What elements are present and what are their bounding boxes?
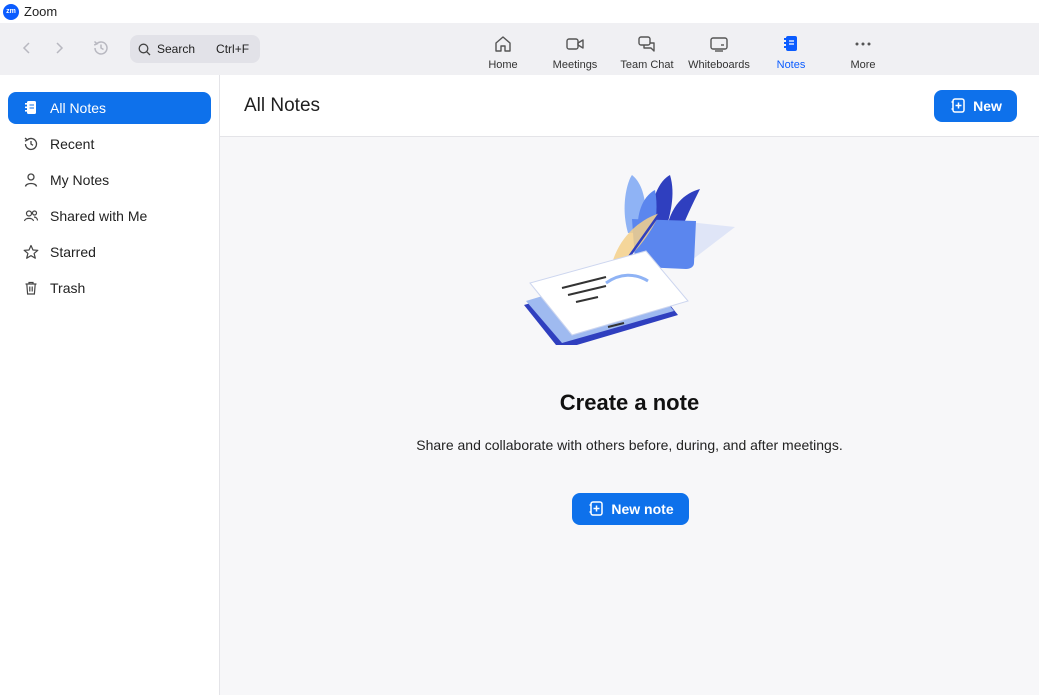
sidebar-item-label: Starred [50, 244, 96, 260]
sidebar-item-label: Shared with Me [50, 208, 148, 224]
history-icon[interactable] [91, 38, 111, 58]
new-note-button-label: New note [611, 501, 674, 517]
tab-label: Whiteboards [688, 59, 750, 71]
zoom-logo-icon: zm [3, 3, 19, 20]
whiteboard-icon [708, 33, 730, 55]
tab-meetings[interactable]: Meetings [539, 23, 611, 75]
home-icon [492, 33, 514, 55]
empty-state-title: Create a note [559, 390, 700, 415]
notes-icon [22, 99, 40, 117]
tab-label: More [850, 59, 876, 71]
forward-arrow-icon[interactable] [49, 38, 69, 58]
notes-illustration [524, 175, 735, 345]
star-icon [22, 243, 40, 261]
tab-whiteboards[interactable]: Whiteboards [683, 23, 755, 75]
sidebar-item-recent[interactable]: Recent [8, 128, 211, 160]
notes-icon [780, 33, 802, 55]
clock-history-icon [22, 135, 40, 153]
new-note-icon [587, 500, 605, 518]
new-button-label: New [973, 98, 1002, 114]
search-shortcut: Ctrl+F [216, 42, 250, 56]
sidebar-item-starred[interactable]: Starred [8, 236, 211, 268]
chat-bubbles-icon [636, 33, 658, 55]
tab-notes[interactable]: Notes [755, 23, 827, 75]
sidebar-item-label: All Notes [50, 100, 107, 116]
tab-label: Notes [776, 59, 806, 71]
sidebar-item-label: My Notes [50, 172, 110, 188]
tab-label: Home [488, 59, 518, 71]
title-bar: zm Zoom [0, 0, 1039, 23]
search-icon [138, 43, 151, 55]
app-title: Zoom [24, 4, 58, 19]
tab-label: Meetings [552, 59, 598, 71]
new-note-icon [949, 97, 967, 115]
tab-team-chat[interactable]: Team Chat [611, 23, 683, 75]
page-title: All Notes [244, 95, 321, 116]
top-toolbar: Search Ctrl+F Home Meetings Team Chat Wh… [0, 23, 1039, 75]
video-camera-icon [564, 33, 586, 55]
more-dots-icon [852, 33, 874, 55]
new-note-button[interactable]: New note [572, 493, 689, 525]
sidebar-item-my-notes[interactable]: My Notes [8, 164, 211, 196]
empty-state-description: Share and collaborate with others before… [416, 437, 843, 453]
tab-more[interactable]: More [827, 23, 899, 75]
tab-home[interactable]: Home [467, 23, 539, 75]
person-icon [22, 171, 40, 189]
new-note-header-button[interactable]: New [934, 90, 1017, 122]
sidebar-item-label: Recent [50, 136, 95, 152]
people-icon [22, 207, 40, 225]
main-header: All Notes New [220, 75, 1039, 137]
sidebar: All Notes Recent My Notes Shared with Me… [0, 75, 220, 695]
main-tabs: Home Meetings Team Chat Whiteboards Note… [467, 23, 899, 75]
trash-icon [22, 279, 40, 297]
sidebar-item-all-notes[interactable]: All Notes [8, 92, 211, 124]
back-arrow-icon[interactable] [17, 38, 37, 58]
tab-label: Team Chat [620, 59, 674, 71]
search-label: Search [157, 42, 196, 56]
sidebar-item-trash[interactable]: Trash [8, 272, 211, 304]
sidebar-item-shared-with-me[interactable]: Shared with Me [8, 200, 211, 232]
empty-state-panel: Create a note Share and collaborate with… [220, 137, 1039, 695]
search-box[interactable]: Search Ctrl+F [130, 35, 260, 63]
sidebar-item-label: Trash [50, 280, 86, 296]
